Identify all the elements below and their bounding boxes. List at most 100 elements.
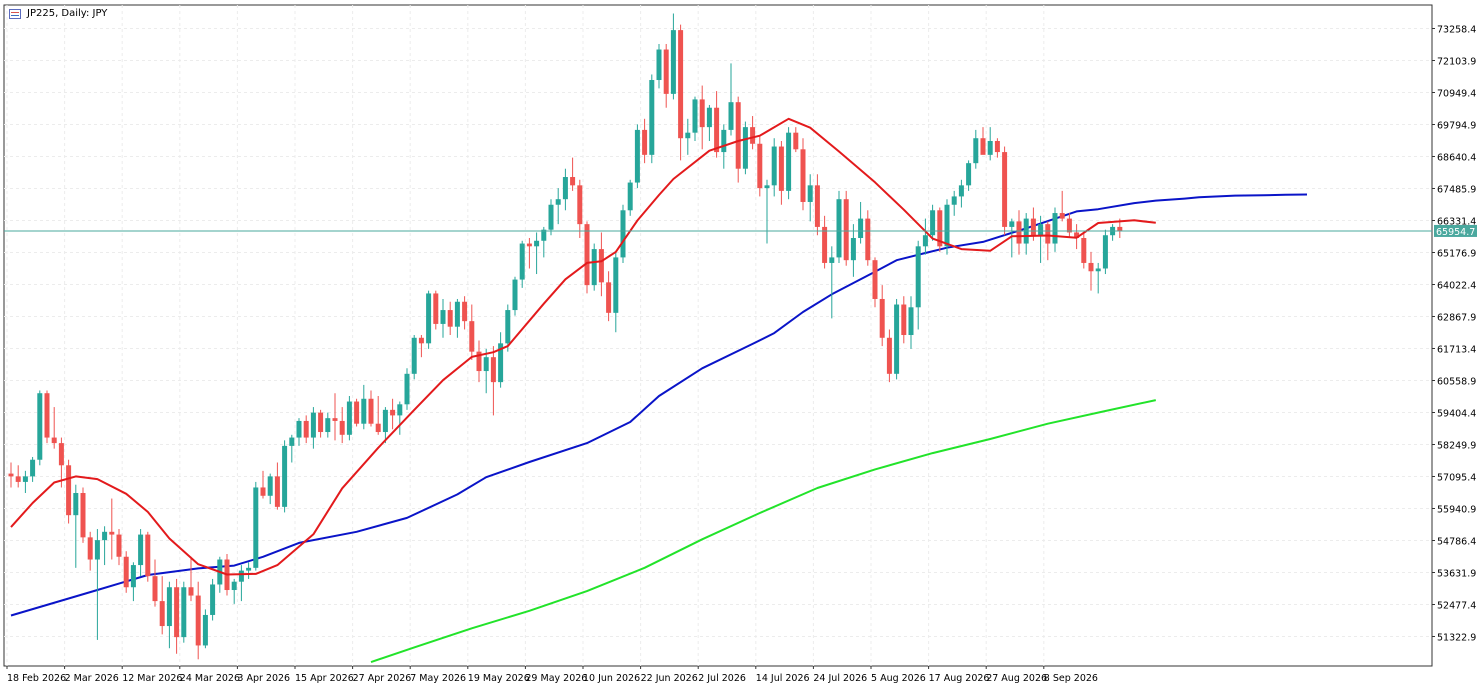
candle-body [289, 437, 295, 446]
candle [411, 335, 417, 380]
candle-body [483, 357, 489, 372]
candle [944, 199, 950, 255]
chart-canvas[interactable]: 73258.4 72103.9 70949.4 69794.9 68640.4 67485… [0, 0, 1477, 685]
candle-body [282, 445, 288, 507]
candle [404, 368, 410, 410]
candle [426, 290, 432, 349]
candle-body [1066, 218, 1072, 233]
candle-body [15, 476, 21, 482]
candle-body [411, 337, 417, 374]
candle-body [886, 337, 892, 374]
candle-body [958, 185, 964, 197]
x-tick-label: 18 Feb 2026 [7, 673, 66, 684]
x-tick-label: 7 May 2026 [410, 673, 466, 684]
y-tick-label: 59404.4 [1437, 409, 1476, 420]
candle-body [1095, 268, 1101, 272]
candle-body [706, 107, 712, 128]
time-axis[interactable]: 18 Feb 20262 Mar 2026 12 Mar 202624 Mar 2… [6, 666, 1098, 684]
candle-body [627, 182, 633, 211]
x-tick-label: 10 Jun 2026 [583, 673, 640, 684]
candle-body [519, 243, 525, 280]
candle-body [678, 30, 684, 139]
candle-body [649, 80, 655, 155]
candle-body [980, 138, 986, 155]
candle [346, 395, 352, 441]
y-tick-label: 68640.4 [1437, 153, 1476, 164]
candle-body [310, 412, 316, 438]
x-tick-label: 27 Apr 2026 [353, 673, 412, 684]
candle-body [562, 177, 568, 200]
x-tick-label: 22 Jun 2026 [641, 673, 698, 684]
candle [253, 481, 259, 571]
candle-body [922, 235, 928, 247]
candle [512, 276, 518, 316]
candle-body [267, 476, 273, 496]
y-tick-label: 60558.9 [1437, 377, 1476, 388]
candle-body [800, 149, 806, 202]
candle-body [966, 163, 972, 186]
candle-body [174, 587, 180, 638]
candle-body [973, 138, 979, 164]
y-tick-label: 55940.9 [1437, 505, 1476, 516]
candle-body [598, 249, 604, 283]
candle-body [130, 565, 136, 588]
candle-body [274, 476, 280, 507]
candle-body [397, 404, 403, 416]
candle-body [807, 185, 813, 202]
candle-body [1009, 221, 1015, 227]
x-tick-label: 17 Aug 2026 [929, 673, 990, 684]
y-tick-label: 57095.4 [1437, 473, 1476, 484]
candle-body [930, 210, 936, 236]
candle-body [814, 185, 820, 227]
candle-body [354, 401, 360, 424]
price-axis[interactable]: 73258.4 72103.9 70949.4 69794.9 68640.4 67485… [1432, 25, 1477, 644]
candle-body [73, 493, 79, 516]
candle-body [94, 540, 100, 560]
candle-body [102, 531, 108, 541]
candle-body [303, 420, 309, 438]
candle [1102, 229, 1108, 275]
candle-body [512, 279, 518, 311]
candle-body [778, 146, 784, 191]
candle-body [368, 398, 374, 424]
candle-body [534, 240, 540, 247]
candle-body [793, 132, 799, 150]
candle-body [735, 102, 741, 169]
candle-body [656, 49, 662, 81]
y-tick-label: 64022.4 [1437, 281, 1476, 292]
candle [634, 124, 640, 189]
candle-body [361, 398, 367, 424]
candle-body [346, 401, 352, 435]
candle-body [37, 393, 43, 460]
candle [742, 121, 748, 175]
candle-body [771, 146, 777, 186]
candle [202, 609, 208, 649]
candle-body [822, 226, 828, 263]
candle-body [390, 409, 396, 416]
candle-body [296, 420, 302, 438]
candle-body [951, 196, 957, 205]
candle-body [8, 473, 14, 477]
candle-body [87, 537, 93, 560]
candle-body [447, 310, 453, 327]
candle-body [44, 393, 50, 438]
chart-title-bar: JP225, Daily: JPY [9, 8, 107, 19]
y-tick-label: 62867.9 [1437, 313, 1476, 324]
candle [757, 135, 763, 197]
candle-body [555, 199, 561, 205]
candlestick-chart[interactable]: 73258.4 72103.9 70949.4 69794.9 68640.4 67485… [0, 0, 1477, 685]
x-tick-label: 2 Jul 2026 [698, 673, 746, 684]
candle [865, 210, 871, 266]
candle-body [786, 132, 792, 191]
candle-body [22, 476, 28, 482]
chart-title: JP225, Daily: JPY [27, 8, 108, 19]
candle-body [836, 199, 842, 258]
candle [210, 578, 216, 621]
candle-body [404, 373, 410, 405]
candle-body [894, 304, 900, 374]
candle-body [613, 257, 619, 313]
x-tick-label: 2 Mar 2026 [65, 673, 119, 684]
candle-body [109, 531, 115, 535]
candle-body [728, 102, 734, 130]
x-tick-label: 29 May 2026 [525, 673, 587, 684]
